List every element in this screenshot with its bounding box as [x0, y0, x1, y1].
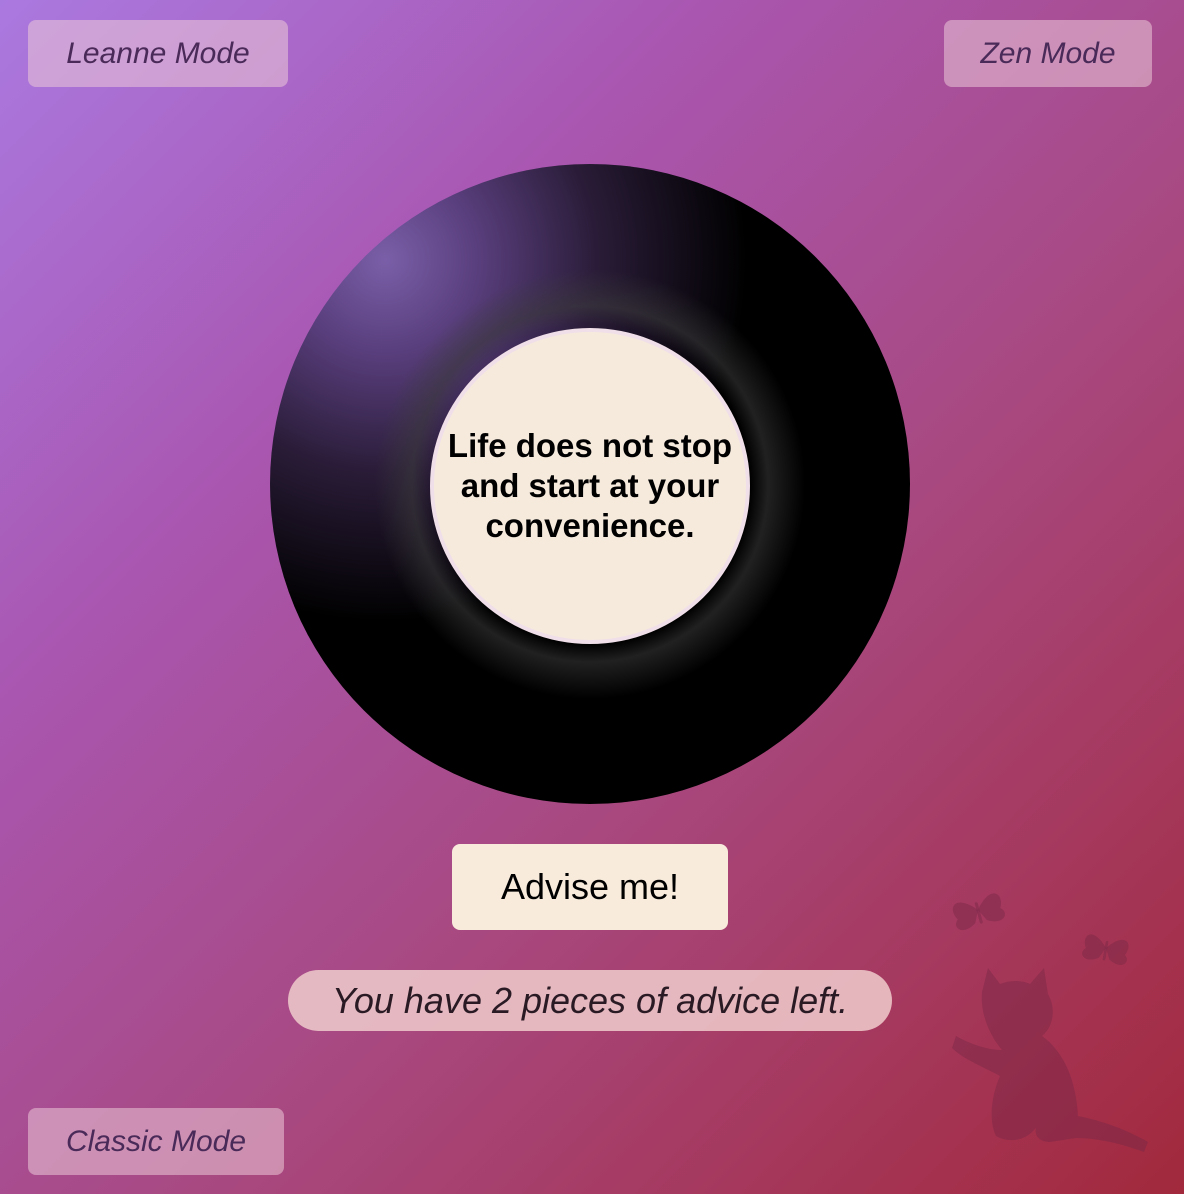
butterfly-icon: [952, 893, 1005, 931]
advice-remaining-badge: You have 2 pieces of advice left.: [288, 970, 892, 1031]
answer-window: Life does not stop and start at your con…: [430, 328, 750, 644]
leanne-mode-button[interactable]: Leanne Mode: [28, 20, 288, 87]
cat-icon: [952, 968, 1148, 1152]
answer-text: Life does not stop and start at your con…: [447, 427, 733, 544]
classic-mode-button[interactable]: Classic Mode: [28, 1108, 284, 1175]
butterfly-icon: [1082, 934, 1129, 965]
zen-mode-button[interactable]: Zen Mode: [944, 20, 1152, 87]
cat-butterfly-decoration: [952, 893, 1148, 1152]
advise-me-button[interactable]: Advise me!: [452, 844, 728, 930]
